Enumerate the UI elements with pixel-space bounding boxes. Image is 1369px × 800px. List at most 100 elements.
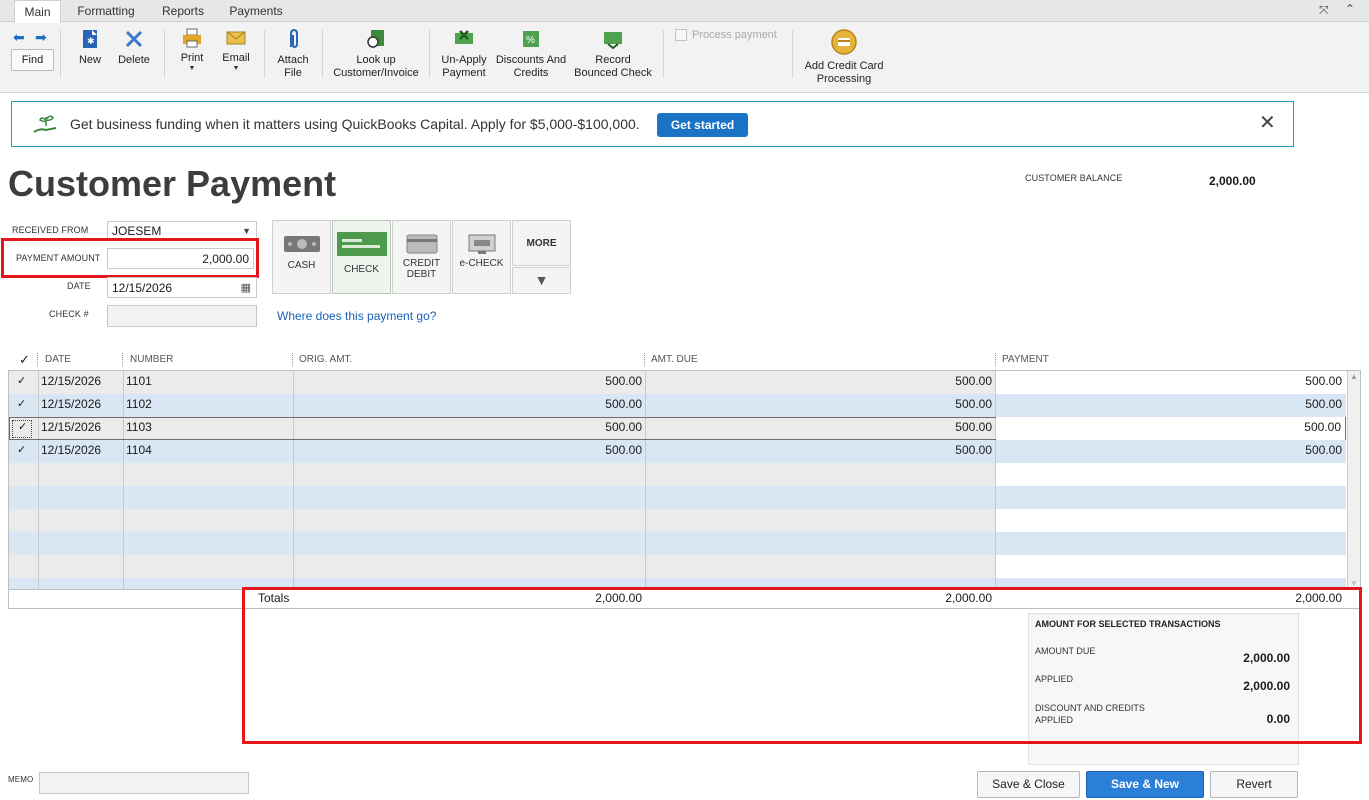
row-date: 12/15/2026 — [41, 397, 102, 411]
row-checkmark[interactable]: ✓ — [17, 371, 31, 394]
date-label: DATE — [67, 281, 91, 291]
monitor-icon — [468, 234, 495, 254]
next-arrow-icon[interactable]: ➡ — [35, 29, 47, 46]
tab-payments[interactable]: Payments — [222, 0, 290, 22]
row-amount-due: 500.00 — [955, 397, 992, 411]
amount-due-column-header[interactable]: AMT. DUE — [651, 354, 698, 366]
find-button[interactable]: Find — [11, 49, 54, 71]
credit-label: CREDIT — [402, 258, 441, 269]
check-number-input[interactable] — [107, 305, 257, 327]
row-amount-due: 500.00 — [955, 420, 992, 434]
revert-button[interactable]: Revert — [1210, 771, 1298, 798]
credit-debit-method-button[interactable]: CREDIT DEBIT — [392, 220, 451, 294]
table-row[interactable]: ✓ 12/15/2026 1104 500.00 500.00 500.00 — [9, 440, 1346, 463]
row-checkmark[interactable]: ✓ — [17, 440, 31, 463]
credit-card-coin-icon — [831, 29, 857, 55]
table-row[interactable]: ✓ 12/15/2026 1102 500.00 500.00 500.00 — [9, 394, 1346, 417]
orig-amount-column-header[interactable]: ORIG. AMT. — [299, 354, 352, 366]
date-value: 12/15/2026 — [112, 281, 173, 295]
row-number: 1103 — [126, 420, 152, 434]
collapse-ribbon-icon[interactable]: ⌃ — [1345, 2, 1355, 16]
payment-amount-highlight — [1, 238, 259, 278]
scroll-up-icon[interactable]: ▲ — [1348, 371, 1360, 383]
calendar-icon[interactable]: ▦ — [241, 278, 251, 298]
row-checkmark[interactable]: ✓ — [18, 417, 32, 440]
save-new-button[interactable]: Save & New — [1086, 771, 1204, 798]
process-payment-checkbox[interactable] — [675, 29, 687, 41]
process-payment-label: Process payment — [692, 29, 777, 41]
svg-text:%: % — [526, 35, 535, 46]
received-from-value: JOESEM — [112, 224, 162, 238]
save-close-button[interactable]: Save & Close — [977, 771, 1080, 798]
new-button[interactable]: ✱ New — [72, 28, 108, 67]
tab-reports[interactable]: Reports — [152, 0, 214, 22]
svg-text:✱: ✱ — [87, 36, 95, 46]
discounts-credits-button[interactable]: % Discounts And Credits — [494, 28, 568, 80]
capital-funding-banner: Get business funding when it matters usi… — [11, 101, 1294, 147]
memo-label: MEMO — [8, 775, 34, 784]
row-number: 1102 — [126, 397, 152, 411]
row-payment-input[interactable]: 500.00 — [996, 417, 1345, 440]
check-icon — [336, 232, 387, 256]
add-credit-card-processing-button[interactable]: Add Credit Card Processing — [800, 28, 888, 86]
more-methods-button[interactable]: MORE — [512, 220, 571, 266]
cash-method-button[interactable]: CASH — [272, 220, 331, 294]
tab-formatting[interactable]: Formatting — [70, 0, 142, 22]
email-button[interactable]: Email ▼ — [218, 28, 254, 73]
tab-main[interactable]: Main — [14, 0, 61, 23]
totals-summary-highlight — [242, 587, 1362, 744]
new-document-icon: ✱ — [83, 30, 97, 48]
expand-icon[interactable]: ⤧ — [1319, 3, 1329, 18]
row-number: 1104 — [126, 443, 152, 457]
check-method-button[interactable]: CHECK — [332, 220, 391, 294]
lookup-icon — [367, 30, 384, 48]
date-input[interactable]: 12/15/2026 ▦ — [107, 277, 257, 298]
unapply-payment-button[interactable]: Un-Apply Payment — [436, 28, 492, 80]
table-row[interactable]: ✓ 12/15/2026 1101 500.00 500.00 500.00 — [9, 371, 1346, 394]
row-amount-due: 500.00 — [955, 374, 992, 388]
payment-column-header[interactable]: PAYMENT — [1002, 354, 1049, 366]
discount-icon: % — [523, 31, 539, 47]
cash-label: CASH — [287, 260, 316, 271]
customer-balance-label: CUSTOMER BALANCE — [1025, 173, 1123, 183]
row-checkmark[interactable]: ✓ — [17, 394, 31, 417]
customer-balance-value: 2,000.00 — [1209, 174, 1256, 188]
toolbar-ribbon: Main Formatting Reports Payments ⤧ ⌃ ⬅ ➡… — [0, 0, 1369, 93]
where-does-payment-go-link[interactable]: Where does this payment go? — [277, 309, 436, 323]
close-banner-icon[interactable]: ✕ — [1259, 112, 1276, 134]
table-row-selected[interactable]: ✓ 12/15/2026 1103 500.00 500.00 500.00 — [9, 417, 1346, 440]
record-bounced-check-button[interactable]: Record Bounced Check — [572, 28, 654, 80]
date-column-header[interactable]: DATE — [45, 354, 71, 366]
row-payment[interactable]: 500.00 — [996, 440, 1346, 463]
previous-arrow-icon[interactable]: ⬅ — [13, 29, 25, 46]
row-orig-amount: 500.00 — [605, 443, 642, 457]
row-payment[interactable]: 500.00 — [996, 394, 1346, 417]
row-payment[interactable]: 500.00 — [996, 371, 1346, 394]
print-dropdown-icon[interactable]: ▼ — [176, 65, 208, 73]
select-all-checkmark[interactable]: ✓ — [19, 352, 30, 368]
received-from-label: RECEIVED FROM — [12, 225, 89, 235]
attach-file-button[interactable]: Attach File — [272, 28, 314, 80]
row-orig-amount: 500.00 — [605, 397, 642, 411]
row-amount-due: 500.00 — [955, 443, 992, 457]
unapply-payment-icon — [455, 30, 473, 44]
echeck-method-button[interactable]: e-CHECK — [452, 220, 511, 294]
row-date: 12/15/2026 — [41, 443, 102, 457]
banner-text: Get business funding when it matters usi… — [70, 116, 640, 132]
delete-x-icon — [125, 30, 143, 48]
printer-icon — [183, 28, 201, 48]
memo-input[interactable] — [39, 772, 249, 794]
echeck-label: e-CHECK — [459, 258, 504, 269]
bounced-check-icon — [604, 32, 622, 50]
delete-button[interactable]: Delete — [115, 28, 153, 67]
row-date: 12/15/2026 — [41, 420, 102, 434]
email-dropdown-icon[interactable]: ▼ — [218, 65, 254, 73]
page-title: Customer Payment — [8, 163, 337, 204]
more-methods-dropdown-icon[interactable]: ▼ — [512, 267, 571, 294]
lookup-customer-invoice-button[interactable]: Look up Customer/Invoice — [330, 28, 422, 80]
get-started-button[interactable]: Get started — [657, 113, 748, 137]
table-scrollbar[interactable]: ▲ ▼ — [1347, 371, 1360, 589]
number-column-header[interactable]: NUMBER — [130, 354, 173, 366]
check-label: CHECK — [343, 264, 379, 275]
print-button[interactable]: Print ▼ — [176, 28, 208, 73]
